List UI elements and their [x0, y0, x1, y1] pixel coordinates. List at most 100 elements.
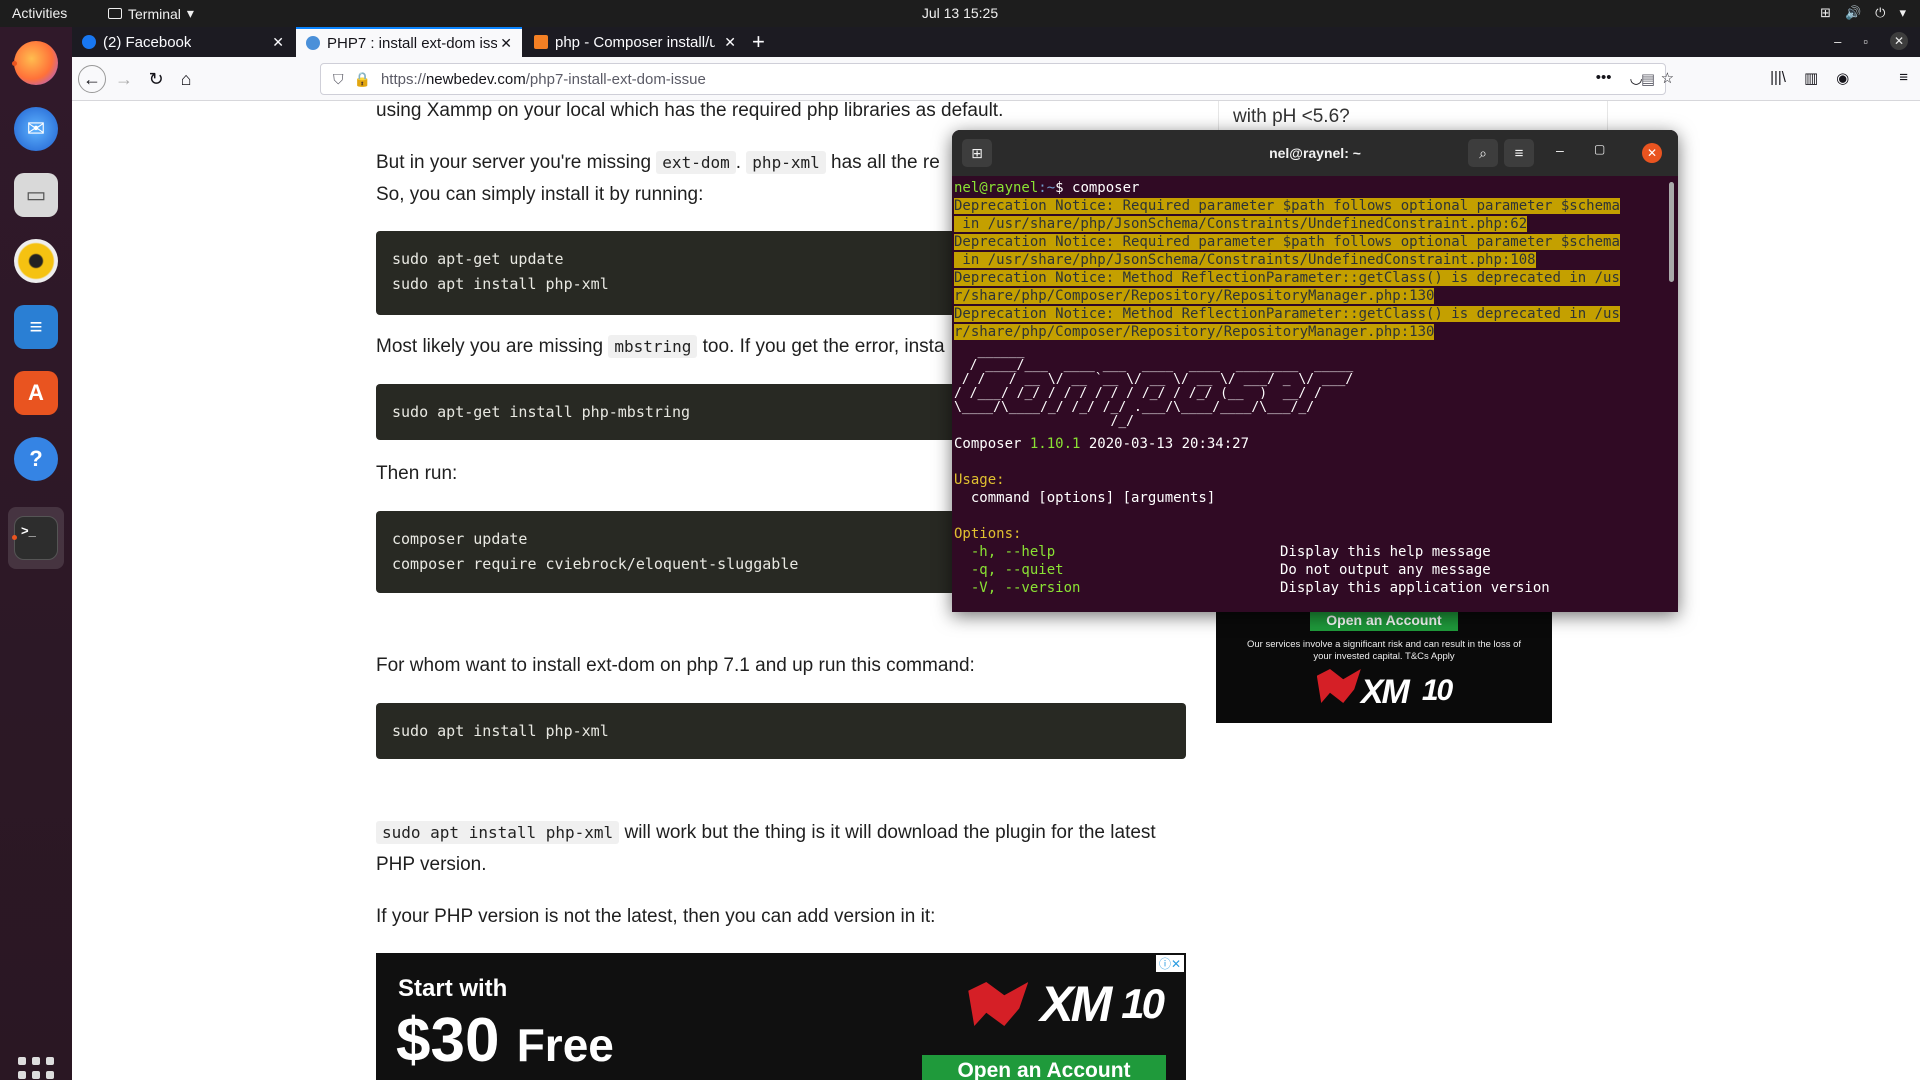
- new-tab-button[interactable]: +: [752, 29, 765, 55]
- thunderbird-icon: ✉: [14, 107, 58, 151]
- power-icon: ⏻: [1875, 5, 1886, 20]
- dock: ✉ ▭ ≡ A ? >_: [0, 27, 72, 1080]
- text: .: [735, 152, 742, 173]
- version-line: Composer 1.10.1 2020-03-13 20:34:27: [954, 436, 1250, 452]
- dock-rhythmbox[interactable]: [8, 233, 64, 289]
- terminal-window[interactable]: ⊞ nel@raynel: ~ ⌕ ≡ – ▢ ✕ nel@raynel:~$ …: [952, 130, 1678, 612]
- notice-line: Deprecation Notice: Required parameter $…: [954, 234, 1620, 250]
- ad-disclaimer: Our services involve a significant risk …: [1246, 639, 1522, 662]
- reload-button[interactable]: ↻: [142, 65, 170, 93]
- text: Most likely you are missing: [376, 336, 604, 357]
- tab-bar: (2) Facebook ✕ PHP7 : install ext-dom is…: [72, 27, 1920, 57]
- software-icon: A: [14, 371, 58, 415]
- composer-ascii-logo: ______ / ____/___ ____ ___ ____ ____ ___…: [954, 344, 1354, 429]
- close-window-icon[interactable]: ✕: [1890, 32, 1908, 50]
- usage-line: command [options] [arguments]: [954, 490, 1216, 506]
- inline-code: mbstring: [608, 335, 698, 358]
- minimize-icon[interactable]: –: [1834, 34, 1841, 49]
- close-icon[interactable]: ✕: [272, 34, 284, 51]
- ad-offer: $30 Free: [396, 1006, 614, 1075]
- notice-line: Deprecation Notice: Method ReflectionPar…: [954, 270, 1620, 286]
- paragraph: sudo apt install php-xml will work but t…: [376, 817, 1186, 849]
- xm-logo: XM 10: [968, 975, 1165, 1033]
- facebook-icon: [82, 35, 96, 49]
- minimize-icon[interactable]: –: [1556, 142, 1564, 158]
- writer-icon: ≡: [14, 305, 58, 349]
- account-icon[interactable]: ◉: [1836, 69, 1849, 87]
- url-bar[interactable]: ⛉ 🔒 https://newbedev.com/php7-install-ex…: [320, 63, 1666, 95]
- close-icon[interactable]: ✕: [500, 35, 512, 52]
- url-path: /php7-install-ext-dom-issue: [525, 70, 706, 88]
- dock-help[interactable]: ?: [8, 431, 64, 487]
- tab-composer-install[interactable]: php - Composer install/u ✕: [524, 27, 746, 57]
- dock-files[interactable]: ▭: [8, 167, 64, 223]
- rhythmbox-icon: [14, 239, 58, 283]
- firefox-icon: [14, 41, 58, 85]
- banner-ad[interactable]: ⓘ✕ Start with $30 Free XM 10 Open an Acc…: [376, 953, 1186, 1080]
- notice-line: in /usr/share/php/JsonSchema/Constraints…: [954, 252, 1536, 268]
- shield-icon[interactable]: ⛉: [333, 71, 344, 88]
- usage-label: Usage:: [954, 472, 1005, 488]
- system-tray[interactable]: ⊞ 🔊 ⏻ ▾: [1820, 5, 1906, 21]
- code-block: sudo apt install php-xml: [376, 703, 1186, 759]
- stackoverflow-icon: [534, 35, 548, 49]
- url-scheme: https://: [380, 70, 426, 88]
- show-applications-icon[interactable]: [18, 1057, 54, 1080]
- ad-open-account-button[interactable]: Open an Account: [1310, 609, 1458, 631]
- code-line: sudo apt install php-xml: [392, 722, 609, 740]
- terminal-output[interactable]: nel@raynel:~$ composer Deprecation Notic…: [954, 179, 1670, 597]
- xm-logo: XM 10: [1216, 669, 1552, 712]
- clock[interactable]: Jul 13 15:25: [0, 5, 1920, 21]
- text: will work but the thing is it will downl…: [624, 822, 1156, 843]
- network-icon: ⊞: [1820, 5, 1831, 20]
- adchoices-icon[interactable]: ⓘ✕: [1155, 955, 1184, 972]
- ad-headline: Start with: [398, 975, 508, 1002]
- option-line: -q, --quiet Do not output any message: [954, 562, 1491, 578]
- lock-icon[interactable]: 🔒: [354, 71, 371, 88]
- inline-code: ext-dom: [656, 151, 736, 174]
- navigation-bar: ← → ↻ ⌂ ⛉ 🔒 https://newbedev.com/php7-in…: [72, 57, 1920, 101]
- terminal-title: nel@raynel: ~: [1269, 145, 1361, 161]
- help-icon: ?: [14, 437, 58, 481]
- bookmark-star-icon[interactable]: ☆: [1661, 69, 1674, 87]
- paragraph: If your PHP version is not the latest, t…: [376, 906, 936, 927]
- prompt-line: nel@raynel:~$ composer: [954, 180, 1140, 196]
- dock-ubuntu-software[interactable]: A: [8, 365, 64, 421]
- sidebar-ad[interactable]: Open an Account Our services involve a s…: [1216, 609, 1552, 723]
- tab-title: PHP7 : install ext-dom iss: [327, 34, 497, 52]
- maximize-icon[interactable]: ▫: [1863, 34, 1868, 49]
- sidebar-icon[interactable]: ▥: [1804, 69, 1818, 87]
- pocket-icon[interactable]: ◡: [1630, 69, 1643, 87]
- menu-icon[interactable]: ≡: [1504, 139, 1534, 167]
- option-line: -h, --help Display this help message: [954, 544, 1491, 560]
- notice-line: Deprecation Notice: Required parameter $…: [954, 198, 1620, 214]
- search-icon[interactable]: ⌕: [1468, 139, 1498, 167]
- dock-terminal[interactable]: >_: [8, 507, 64, 569]
- maximize-icon[interactable]: ▢: [1594, 142, 1605, 156]
- window-controls: – ▫ ✕: [1834, 32, 1908, 50]
- dock-firefox[interactable]: [8, 35, 64, 91]
- terminal-header[interactable]: ⊞ nel@raynel: ~ ⌕ ≡ – ▢ ✕: [952, 130, 1678, 176]
- top-bar: Activities Terminal ▾ Jul 13 15:25 ⊞ 🔊 ⏻…: [0, 0, 1920, 27]
- back-button[interactable]: ←: [78, 65, 106, 93]
- toolbar-right: ••• ◡ ☆ |||\ ▥ ◉ ≡: [1596, 69, 1908, 87]
- home-button[interactable]: ⌂: [172, 65, 200, 93]
- dock-libreoffice-writer[interactable]: ≡: [8, 299, 64, 355]
- notice-line: r/share/php/Composer/Repository/Reposito…: [954, 324, 1435, 340]
- files-icon: ▭: [14, 173, 58, 217]
- terminal-icon: >_: [14, 516, 58, 560]
- more-actions-icon[interactable]: •••: [1596, 69, 1612, 87]
- library-icon[interactable]: |||\: [1770, 69, 1786, 87]
- forward-button[interactable]: →: [110, 65, 138, 93]
- close-icon[interactable]: ✕: [724, 34, 736, 51]
- url-host: newbedev.com: [425, 70, 526, 88]
- ad-open-account-button[interactable]: Open an Account: [922, 1055, 1166, 1080]
- text: has all the re: [831, 152, 940, 173]
- tab-php7-install[interactable]: PHP7 : install ext-dom iss ✕: [296, 27, 522, 57]
- tab-facebook[interactable]: (2) Facebook ✕: [72, 27, 294, 57]
- text: too. If you get the error, insta: [702, 336, 945, 357]
- menu-icon[interactable]: ≡: [1899, 69, 1908, 87]
- dock-thunderbird[interactable]: ✉: [8, 101, 64, 157]
- close-icon[interactable]: ✕: [1642, 143, 1662, 163]
